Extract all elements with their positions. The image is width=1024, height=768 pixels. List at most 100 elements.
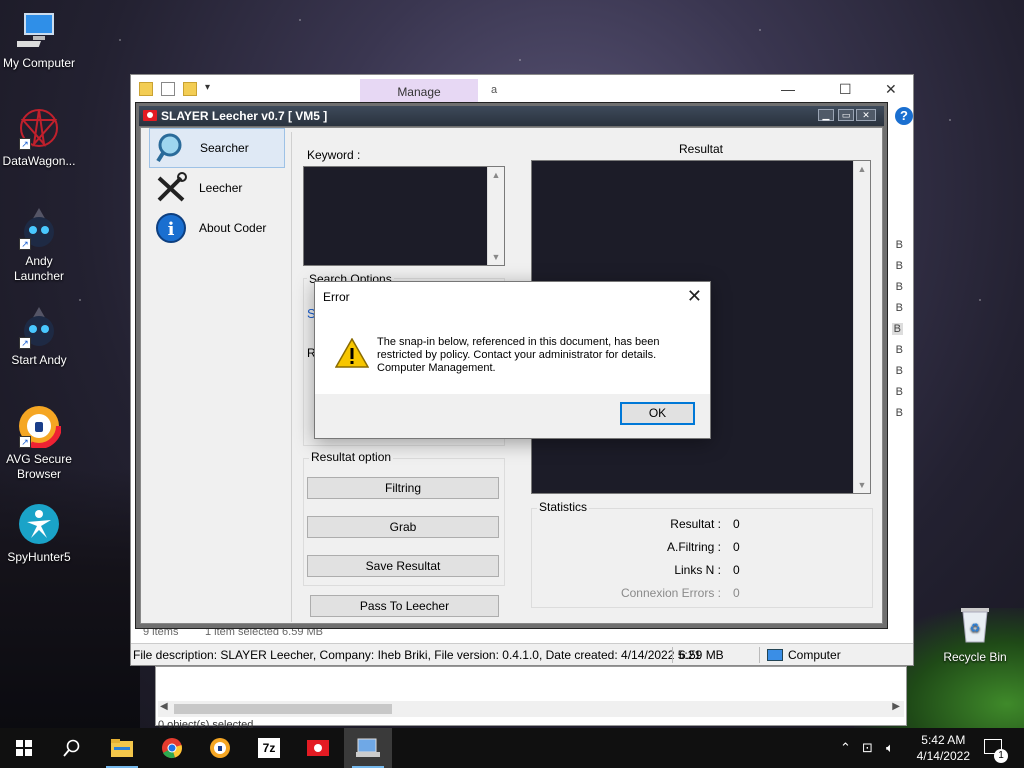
stat-connexion-errors-label: Connexion Errors : [620,586,721,600]
status-file-size: 6.59 MB [679,648,724,662]
desktop-icon-recycle-bin[interactable]: ♻ Recycle Bin [936,602,1014,665]
explorer-titlebar[interactable]: ▾ Manage a — ☐ ✕ [131,75,913,105]
shortcut-arrow-icon: ↗ [19,138,31,150]
search-button[interactable] [48,728,96,768]
status-location: Computer [788,648,841,662]
keyword-scrollbar[interactable]: ▲ ▼ [487,167,504,265]
nav-item-label: About Coder [199,221,267,235]
nav-item-searcher[interactable]: Searcher [149,128,285,168]
slayer-titlebar[interactable]: SLAYER Leecher v0.7 [ VM5 ] ▁ ▭ ✕ [139,106,884,126]
size-cell: B [895,386,903,398]
new-folder-icon[interactable] [183,82,197,96]
desktop-icon-datawagon[interactable]: ↗ DataWagon... [0,106,78,169]
scroll-down-icon[interactable]: ▼ [854,477,870,493]
scroll-left-icon[interactable]: ◀ [160,701,168,712]
size-cell: B [895,281,903,293]
close-icon[interactable]: ✕ [687,286,702,306]
resultat-scrollbar[interactable]: ▲ ▼ [853,161,870,493]
nav-item-label: Searcher [200,141,249,155]
computer-management-icon [356,738,380,757]
stat-links-label: Links N : [674,563,721,577]
maximize-icon[interactable]: ▭ [838,109,854,121]
taskbar-computer-management[interactable] [344,728,392,768]
size-cell: B [895,302,903,314]
pass-to-leecher-button[interactable]: Pass To Leecher [310,595,499,617]
folder-icon[interactable] [139,82,153,96]
network-icon[interactable]: ⊡ [862,740,873,756]
status-separator [672,647,673,663]
search-icon [63,739,80,757]
shortcut-arrow-icon: ↗ [19,436,31,448]
stat-afiltring-label: A.Filtring : [666,540,721,554]
properties-icon[interactable] [161,82,175,96]
tab-manage[interactable]: Manage [360,79,478,103]
ok-button[interactable]: OK [620,402,695,425]
explorer-title-text: a [491,84,498,96]
nav-item-leecher[interactable]: Leecher [149,168,285,208]
andy-icon: ↗ [17,206,61,250]
statistics-label: Statistics [537,500,590,514]
close-icon[interactable]: ✕ [885,81,897,98]
desktop-icon-andy-launcher[interactable]: ↗ Andy Launcher [0,206,78,284]
desktop-icon-label: Start Andy [11,353,67,367]
nav-item-about-coder[interactable]: i About Coder [149,208,285,248]
sevenzip-icon: 7z [258,738,280,758]
dialog-message-line2: Computer Management. [377,362,496,374]
minimize-icon[interactable]: — [781,81,795,97]
taskbar-slayer[interactable] [294,728,342,768]
andy-icon: ↗ [17,305,61,349]
scroll-right-icon[interactable]: ▶ [892,701,900,712]
vertical-divider [291,132,292,622]
file-explorer-icon [111,739,133,757]
maximize-icon[interactable]: ☐ [839,81,852,98]
desktop-icon-label: AVG Secure Browser [6,452,72,481]
system-clock[interactable]: 5:42 AM 4/14/2022 [917,732,970,764]
stat-resultat-value: 0 [733,517,740,531]
taskbar-7zip[interactable]: 7z [245,728,293,768]
scroll-up-icon[interactable]: ▲ [488,167,504,183]
volume-icon[interactable]: 🔈︎ [886,740,894,756]
svg-text:♻: ♻ [970,621,981,635]
desktop-icon-avg-browser[interactable]: ↗ AVG Secure Browser [0,403,78,482]
start-button[interactable] [0,728,48,768]
show-hidden-icons-icon[interactable]: ⌃ [840,740,851,756]
explorer-status-bar: File description: SLAYER Leecher, Compan… [131,643,913,665]
quick-access-toolbar: ▾ [139,82,210,96]
grab-button[interactable]: Grab [307,516,499,538]
tools-icon [155,172,187,204]
horizontal-scrollbar[interactable]: ◀ ▶ [158,701,904,717]
scroll-up-icon[interactable]: ▲ [854,161,870,177]
recycle-bin-icon: ♻ [953,602,997,646]
scroll-down-icon[interactable]: ▼ [488,249,504,265]
desktop-icon-spyhunter[interactable]: SpyHunter5 [0,502,78,565]
size-cell: B [895,260,903,272]
error-dialog[interactable]: Error ✕ The snap-in below, referenced in… [314,281,711,439]
svg-text:i: i [168,219,175,240]
filtring-button[interactable]: Filtring [307,477,499,499]
scrollbar-thumb[interactable] [174,704,392,714]
slayer-title-text: SLAYER Leecher v0.7 [ VM5 ] [161,109,328,123]
info-icon: i [155,212,187,244]
windows-icon [16,740,32,756]
keyword-input[interactable]: ▲ ▼ [303,166,505,266]
dropdown-arrow-icon[interactable]: ▾ [205,82,210,96]
dialog-message: The snap-in below, referenced in this do… [377,336,697,375]
size-cell: B [895,407,903,419]
taskbar-avg-browser[interactable] [196,728,244,768]
notification-count-badge: 1 [994,749,1008,763]
warning-icon [334,337,370,371]
taskbar-file-explorer[interactable] [98,728,146,768]
dialog-message-text: The snap-in below, referenced in this do… [377,336,660,361]
close-icon[interactable]: ✕ [856,109,876,121]
taskbar-chrome[interactable] [148,728,196,768]
computer-icon [767,649,783,661]
explorer-window-lower: ◀ ▶ 0 object(s) selected [155,666,907,731]
minimize-icon[interactable]: ▁ [818,109,834,121]
desktop-icon-start-andy[interactable]: ↗ Start Andy [0,305,78,368]
shortcut-arrow-icon: ↗ [19,238,31,250]
desktop-icon-my-computer[interactable]: My Computer [0,8,78,71]
clock-date: 4/14/2022 [916,749,970,763]
status-separator [759,647,760,663]
save-resultat-button[interactable]: Save Resultat [307,555,499,577]
keyword-label: Keyword : [307,148,361,162]
